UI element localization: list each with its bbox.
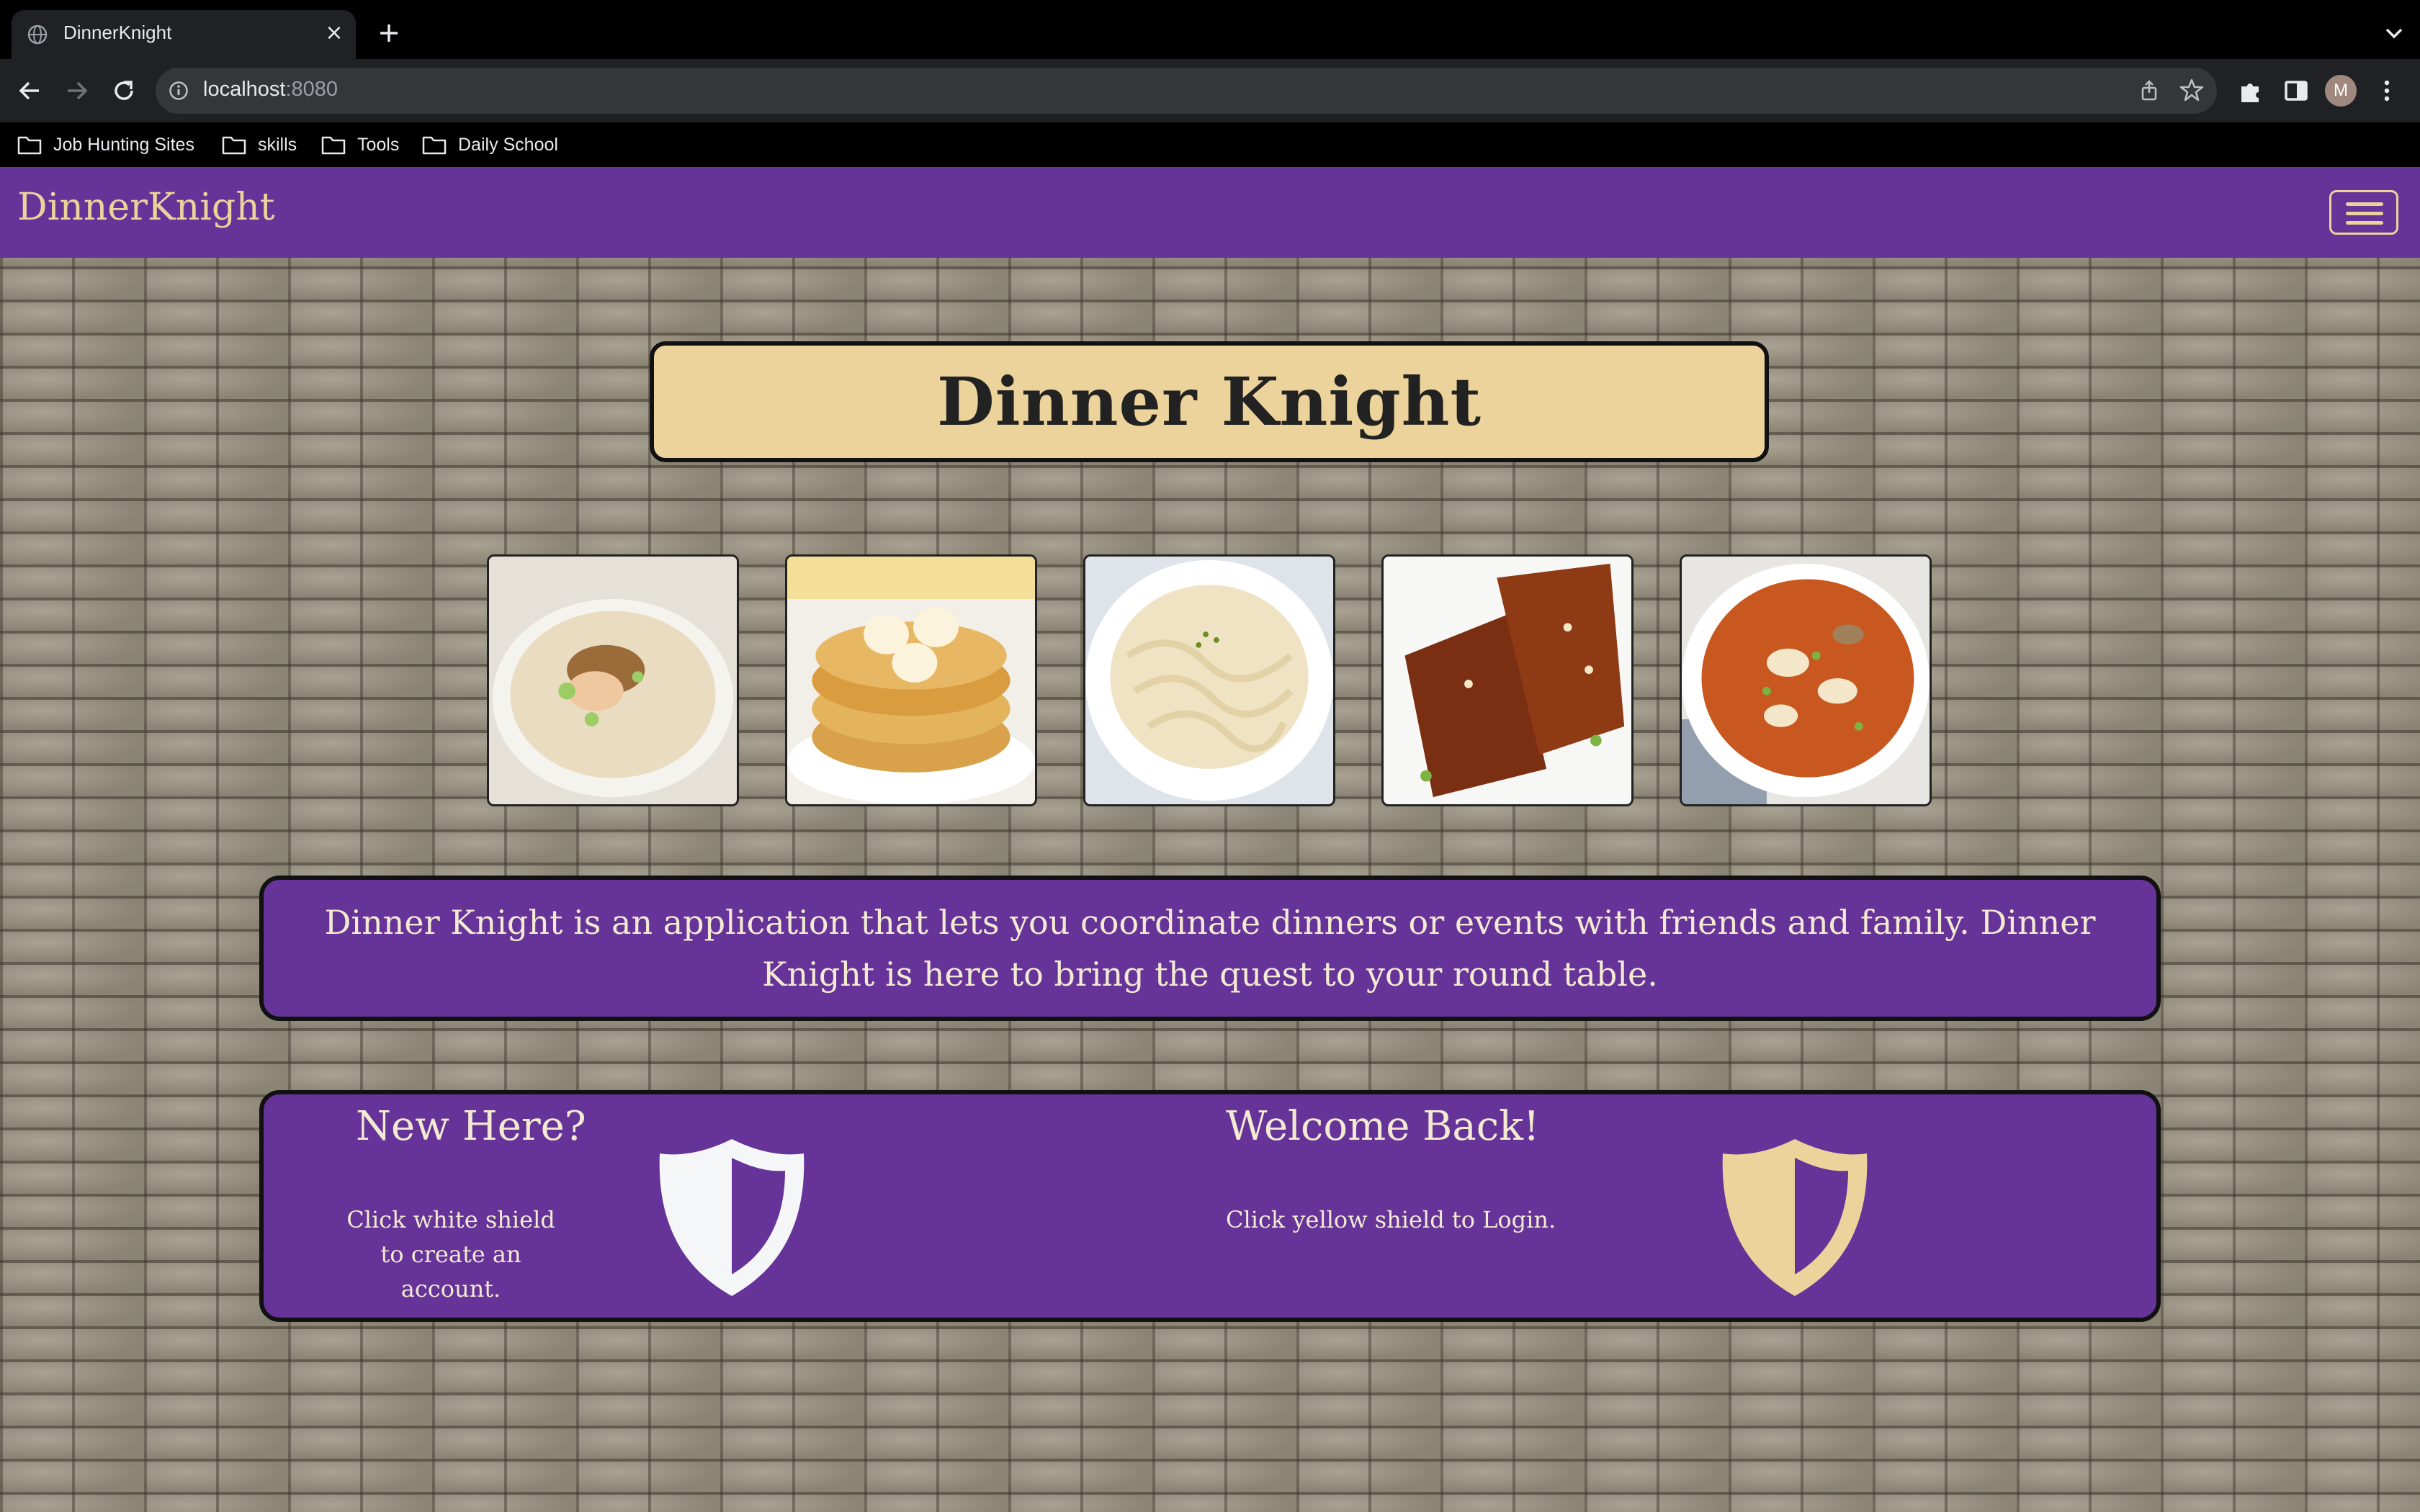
url-text: localhost:8080: [203, 78, 339, 101]
folder-icon: [321, 136, 346, 155]
bookmark-folder-tools[interactable]: Tools: [321, 131, 399, 158]
tab-title: DinnerKnight: [63, 22, 172, 43]
side-panel-icon[interactable]: [2282, 76, 2311, 105]
bookmarks-bar: Job Hunting Sites skills Tools Daily Sch…: [0, 122, 2420, 167]
page-viewport: DinnerKnight Dinner Knight Dinner Knight…: [0, 167, 2420, 1512]
reload-icon[interactable]: [108, 75, 140, 107]
signup-shield-icon[interactable]: [653, 1135, 811, 1300]
extensions-icon[interactable]: [2236, 76, 2264, 105]
menu-icon-bar: [2346, 202, 2383, 206]
congee-image: [487, 554, 739, 806]
browser-tab[interactable]: DinnerKnight ×: [12, 10, 356, 59]
signup-instructions: Click white shield to create an account.: [346, 1206, 555, 1302]
brand-logo[interactable]: DinnerKnight: [17, 186, 275, 229]
info-icon[interactable]: [169, 81, 189, 101]
share-icon[interactable]: [2138, 79, 2161, 102]
bookmark-star-icon[interactable]: [2179, 78, 2204, 102]
bookmark-folder-skills[interactable]: skills: [222, 131, 297, 158]
menu-icon-bar: [2346, 212, 2383, 215]
menu-toggle-button[interactable]: [2329, 190, 2398, 235]
bookmark-folder-job-hunting[interactable]: Job Hunting Sites: [17, 131, 194, 158]
bookmark-label: skills: [258, 134, 297, 155]
login-instructions: Click yellow shield to Login.: [1226, 1206, 1556, 1233]
glazed-salmon-image: [1381, 554, 1634, 806]
new-tab-icon[interactable]: [375, 19, 403, 48]
hero-title-card: Dinner Knight: [650, 341, 1769, 462]
folder-icon: [422, 136, 447, 155]
more-menu-icon[interactable]: [2372, 76, 2401, 105]
address-bar[interactable]: localhost:8080: [156, 68, 2217, 114]
chevron-down-icon[interactable]: [2383, 22, 2406, 45]
page-title: Dinner Knight: [936, 363, 1482, 441]
bookmark-folder-daily-school[interactable]: Daily School: [422, 131, 558, 158]
fettuccine-alfredo-image: [1083, 554, 1335, 806]
hot-and-sour-soup-image: [1680, 554, 1932, 806]
back-arrow-icon[interactable]: [14, 75, 46, 107]
login-heading: Welcome Back!: [1226, 1103, 1540, 1150]
folder-icon: [222, 136, 246, 155]
bookmark-label: Daily School: [458, 134, 558, 155]
account-actions-card: New Here? Click white shield to create a…: [259, 1090, 2161, 1322]
close-tab-icon[interactable]: ×: [323, 22, 346, 45]
folder-icon: [17, 136, 42, 155]
globe-icon: [27, 24, 48, 45]
profile-avatar[interactable]: M: [2325, 75, 2357, 107]
login-shield-icon[interactable]: [1716, 1135, 1874, 1300]
bookmark-label: Job Hunting Sites: [53, 134, 194, 155]
signup-heading: New Here?: [356, 1103, 586, 1150]
site-navbar: DinnerKnight: [0, 167, 2420, 258]
forward-arrow-icon[interactable]: [60, 75, 92, 107]
menu-icon-bar: [2346, 221, 2383, 225]
banana-pancakes-image: [785, 554, 1037, 806]
browser-toolbar: localhost:8080: [0, 59, 2420, 122]
bookmark-label: Tools: [357, 134, 400, 155]
browser-tab-strip: DinnerKnight ×: [0, 0, 2420, 59]
about-description: Dinner Knight is an application that let…: [259, 876, 2161, 1021]
